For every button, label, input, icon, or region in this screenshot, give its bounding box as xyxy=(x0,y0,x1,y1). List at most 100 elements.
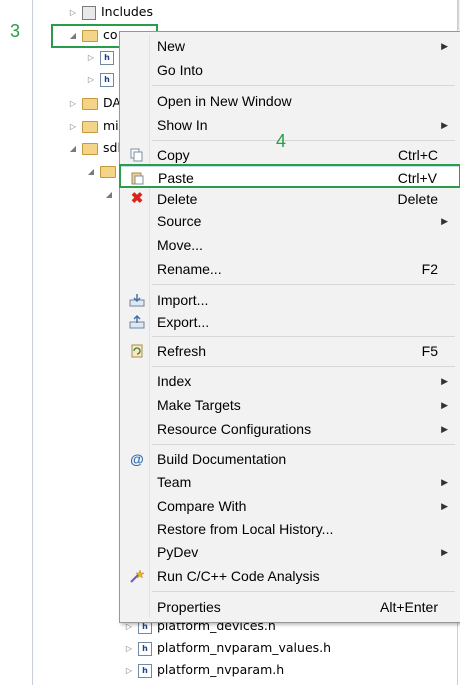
expand-arrow-icon[interactable]: ▷ xyxy=(68,4,78,22)
header-file-icon: h xyxy=(138,663,152,678)
menu-item-new[interactable]: New ▶ xyxy=(120,35,460,57)
includes-icon xyxy=(82,5,96,20)
collapse-arrow-icon[interactable]: ◢ xyxy=(104,186,114,204)
expand-arrow-icon[interactable]: ▷ xyxy=(124,662,134,680)
tree-item-file[interactable]: ▷ h xyxy=(86,48,119,66)
menu-separator xyxy=(152,284,455,285)
expand-arrow-icon[interactable]: ▷ xyxy=(86,49,96,67)
expand-arrow-icon[interactable]: ▷ xyxy=(68,118,78,136)
menu-item-shortcut: Ctrl+C xyxy=(397,147,438,163)
menu-item-shortcut: F2 xyxy=(421,261,438,277)
menu-item-label: Index xyxy=(157,373,192,389)
menu-item-label: Rename... xyxy=(157,261,222,277)
menu-item-label: Import... xyxy=(157,292,209,308)
menu-item-label: Show In xyxy=(157,117,208,133)
context-menu: New ▶ Go Into Open in New Window Show In… xyxy=(119,31,460,623)
menu-item-make-targets[interactable]: Make Targets ▶ xyxy=(120,394,460,416)
tree-item-subfolder[interactable]: ◢ xyxy=(86,162,121,180)
menu-item-label: Make Targets xyxy=(157,397,241,413)
header-file-icon: h xyxy=(100,50,114,65)
expand-arrow-icon[interactable]: ▷ xyxy=(124,640,134,658)
header-file-icon: h xyxy=(100,72,114,87)
menu-item-label: Move... xyxy=(157,237,203,253)
menu-separator xyxy=(152,591,455,592)
menu-item-label: New xyxy=(157,38,186,54)
header-file-icon: h xyxy=(138,641,152,656)
submenu-arrow-icon: ▶ xyxy=(441,424,448,434)
menu-item-label: Restore from Local History... xyxy=(157,521,334,537)
menu-item-export[interactable]: Export... xyxy=(120,311,460,333)
menu-item-label: Resource Configurations xyxy=(157,421,312,437)
menu-item-copy[interactable]: Copy Ctrl+C xyxy=(120,144,460,166)
menu-item-build-documentation[interactable]: @ Build Documentation xyxy=(120,448,460,470)
menu-item-label: Compare With xyxy=(157,498,247,514)
tree-item-label: platform_nvparam.h xyxy=(157,662,285,677)
menu-separator xyxy=(152,85,455,86)
menu-item-import[interactable]: Import... xyxy=(120,289,460,311)
menu-separator xyxy=(152,444,455,445)
annotation-step-3-number: 3 xyxy=(10,21,21,41)
menu-item-shortcut: F5 xyxy=(421,343,438,359)
source-folder-icon xyxy=(82,142,98,155)
tree-item-label: mi xyxy=(103,118,119,133)
delete-x-icon: ✖ xyxy=(130,190,144,207)
submenu-arrow-icon: ▶ xyxy=(441,477,448,487)
menu-item-shortcut: Delete xyxy=(397,191,438,207)
submenu-arrow-icon: ▶ xyxy=(441,400,448,410)
menu-item-compare-with[interactable]: Compare With ▶ xyxy=(120,495,460,517)
menu-item-source[interactable]: Source ▶ xyxy=(120,210,460,232)
menu-item-label: Copy xyxy=(157,147,190,163)
menu-item-show-in[interactable]: Show In ▶ xyxy=(120,114,460,136)
tree-item-label: platform_nvparam_values.h xyxy=(157,640,332,655)
submenu-arrow-icon: ▶ xyxy=(441,547,448,557)
menu-item-index[interactable]: Index ▶ xyxy=(120,370,460,392)
menu-item-label: Go Into xyxy=(157,62,203,78)
menu-item-label: Source xyxy=(157,213,202,229)
refresh-icon xyxy=(129,344,145,358)
collapse-arrow-icon[interactable]: ◢ xyxy=(68,140,78,158)
menu-item-label: Open in New Window xyxy=(157,93,292,109)
menu-item-delete[interactable]: ✖ Delete Delete xyxy=(120,188,460,210)
submenu-arrow-icon: ▶ xyxy=(441,376,448,386)
menu-item-go-into[interactable]: Go Into xyxy=(120,59,460,81)
collapse-arrow-icon[interactable]: ◢ xyxy=(86,163,96,181)
menu-item-restore-local-history[interactable]: Restore from Local History... xyxy=(120,518,460,540)
tree-item-file-platform-nvparam-values[interactable]: ▷ h platform_nvparam_values.h xyxy=(124,639,331,657)
menu-separator xyxy=(152,336,455,337)
folder-icon xyxy=(100,165,116,178)
at-sign-icon: @ xyxy=(130,451,144,467)
copy-icon xyxy=(129,148,145,162)
menu-item-properties[interactable]: Properties Alt+Enter xyxy=(120,596,460,618)
menu-item-rename[interactable]: Rename... F2 xyxy=(120,258,460,280)
menu-item-move[interactable]: Move... xyxy=(120,234,460,256)
export-icon xyxy=(129,315,145,329)
expand-arrow-icon[interactable]: ▷ xyxy=(68,95,78,113)
submenu-arrow-icon: ▶ xyxy=(441,120,448,130)
submenu-arrow-icon: ▶ xyxy=(441,41,448,51)
import-icon xyxy=(129,293,145,307)
tree-item-folder-mi[interactable]: ▷ mi xyxy=(68,117,119,135)
menu-item-open-in-new-window[interactable]: Open in New Window xyxy=(120,90,460,112)
tree-item-folder-da[interactable]: ▷ DA xyxy=(68,94,121,112)
menu-item-pydev[interactable]: PyDev ▶ xyxy=(120,541,460,563)
menu-item-shortcut: Alt+Enter xyxy=(380,599,438,615)
menu-item-label: Build Documentation xyxy=(157,451,287,467)
expand-arrow-icon[interactable]: ▷ xyxy=(86,71,96,89)
menu-item-label: PyDev xyxy=(157,544,199,560)
tree-item-folder-sdl[interactable]: ◢ sdl xyxy=(68,139,121,157)
tree-item-subfolder[interactable]: ◢ xyxy=(104,185,118,203)
tree-item-includes[interactable]: ▷ Includes xyxy=(68,3,153,21)
folder-icon xyxy=(82,97,98,110)
tree-item-file[interactable]: ▷ h xyxy=(86,70,119,88)
menu-separator xyxy=(152,140,455,141)
menu-item-team[interactable]: Team ▶ xyxy=(120,471,460,493)
menu-separator xyxy=(152,366,455,367)
tree-item-label: Includes xyxy=(101,4,154,19)
annotation-step-4-box xyxy=(119,164,460,188)
menu-item-label: Properties xyxy=(157,599,221,615)
tree-item-file-platform-nvparam[interactable]: ▷ h platform_nvparam.h xyxy=(124,661,284,679)
menu-item-resource-configurations[interactable]: Resource Configurations ▶ xyxy=(120,418,460,440)
menu-item-run-code-analysis[interactable]: Run C/C++ Code Analysis xyxy=(120,565,460,587)
menu-item-label: Delete xyxy=(157,191,198,207)
menu-item-refresh[interactable]: Refresh F5 xyxy=(120,340,460,362)
